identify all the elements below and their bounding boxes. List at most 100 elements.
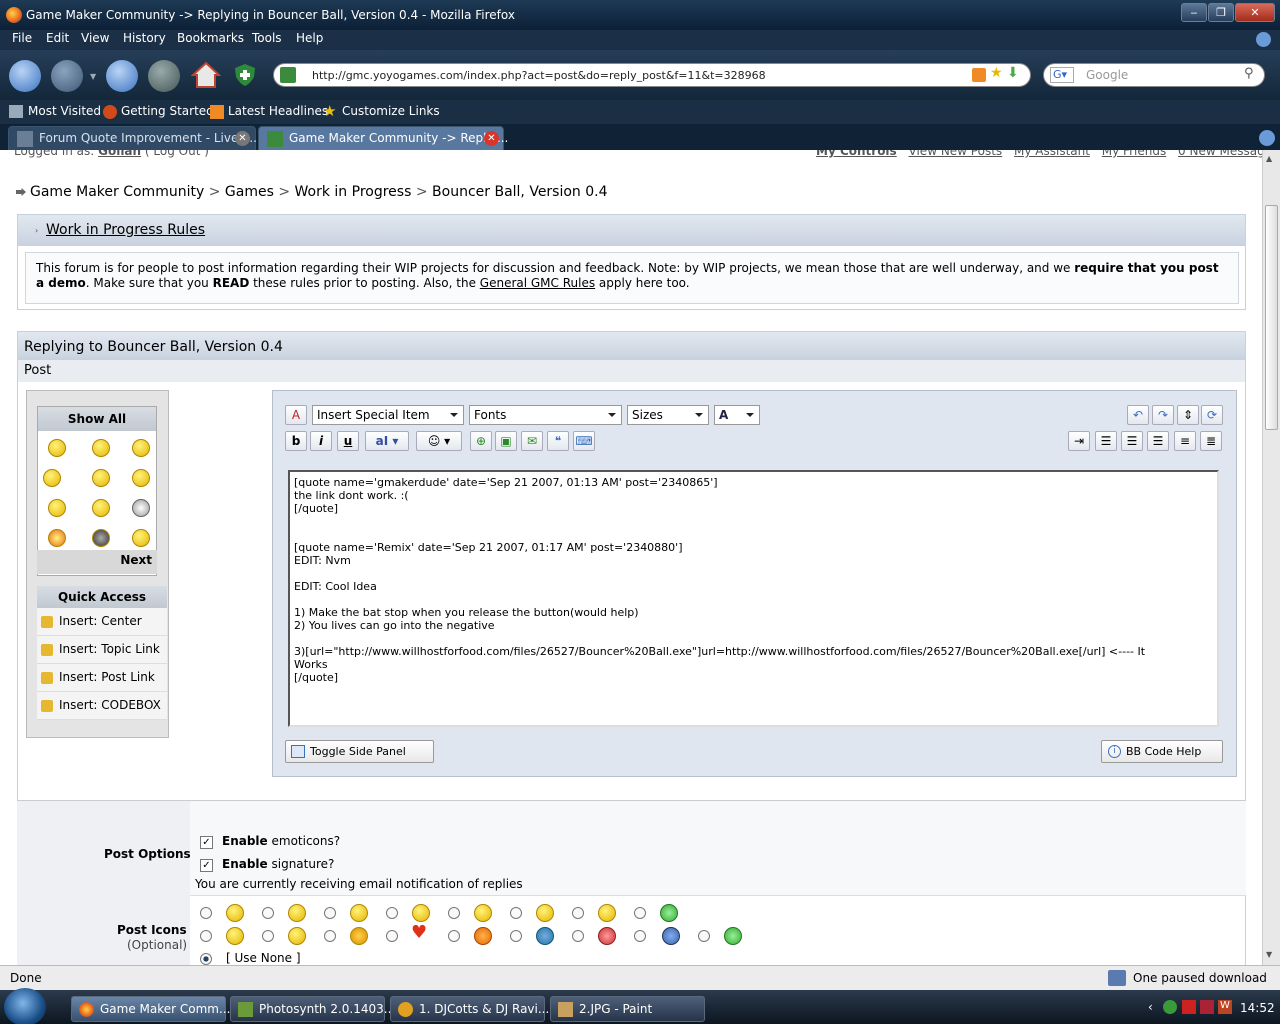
antivirus-tray-icon[interactable] <box>1200 1000 1214 1014</box>
insert-email-icon[interactable]: ✉ <box>521 431 543 451</box>
insert-center-button[interactable]: Insert: Center <box>37 608 167 636</box>
scroll-down-icon[interactable]: ▼ <box>1266 950 1272 959</box>
bookmark-customize-links[interactable]: Customize Links <box>342 104 440 118</box>
google-engine-icon[interactable]: G▾ <box>1050 67 1074 83</box>
numbered-list-icon[interactable]: ≡ <box>1174 431 1196 451</box>
tab-forum-quote[interactable]: Forum Quote Improvement - Live f... ✕ <box>8 126 257 150</box>
post-icon-radio[interactable] <box>572 907 584 919</box>
unsure-emoticon-icon[interactable] <box>132 529 150 547</box>
use-none-radio[interactable] <box>200 953 212 965</box>
search-input[interactable]: Google <box>1086 68 1128 82</box>
bullet-list-icon[interactable]: ≣ <box>1200 431 1222 451</box>
next-link[interactable]: Next <box>37 550 157 574</box>
start-button[interactable] <box>4 988 46 1024</box>
menu-history[interactable]: History <box>123 31 166 45</box>
post-icon-radio[interactable] <box>386 930 398 942</box>
url-bar[interactable]: http://gmc.yoyogames.com/index.php?act=p… <box>273 63 1031 87</box>
search-box[interactable]: G▾ Google ⚲ <box>1043 63 1265 87</box>
search-icon[interactable]: ⚲ <box>1244 66 1254 81</box>
messenger-tray-icon[interactable] <box>1163 1000 1177 1014</box>
menu-edit[interactable]: Edit <box>46 31 69 45</box>
home-icon[interactable] <box>190 60 222 90</box>
sizes-select[interactable]: Sizes <box>627 405 709 425</box>
minimize-button[interactable]: ‒ <box>1181 3 1207 22</box>
emoticon-dropdown-icon[interactable]: ☺ ▾ <box>416 431 462 451</box>
taskbar-item-photosynth[interactable]: Photosynth 2.0.1403.... <box>230 996 399 1022</box>
close-window-button[interactable]: ✕ <box>1235 3 1275 22</box>
post-icon-radio[interactable] <box>510 930 522 942</box>
wink-emoticon-icon[interactable] <box>132 469 150 487</box>
align-left-icon[interactable]: ☰ <box>1095 431 1117 451</box>
enable-emoticons-checkbox[interactable]: ✓ <box>200 836 213 849</box>
paused-download-text[interactable]: One paused download <box>1133 971 1267 985</box>
insert-quote-icon[interactable]: ❝ <box>547 431 569 451</box>
breadcrumb-games[interactable]: Games <box>225 184 274 200</box>
post-icon-radio[interactable] <box>386 907 398 919</box>
collapse-arrow-icon[interactable]: › <box>35 226 38 235</box>
new-messages-link[interactable]: 0 New Messages <box>1178 150 1262 158</box>
redo-icon[interactable]: ↷ <box>1152 405 1174 425</box>
back-button[interactable] <box>9 60 41 92</box>
rss-icon[interactable] <box>972 68 986 82</box>
my-controls-link[interactable]: My Controls <box>816 150 897 158</box>
italic-icon[interactable]: i <box>310 431 332 451</box>
bookmark-star-icon[interactable]: ★ <box>990 65 1003 81</box>
smile-emoticon-icon[interactable] <box>48 439 66 457</box>
tray-expand-icon[interactable]: ‹ <box>1148 1000 1153 1014</box>
insert-link-icon[interactable]: ⊕ <box>470 431 492 451</box>
shield-icon[interactable] <box>232 62 258 88</box>
username-link[interactable]: Gollah <box>98 150 141 158</box>
history-dropdown-icon[interactable]: ▼ <box>90 72 96 81</box>
post-icon-radio[interactable] <box>200 907 212 919</box>
post-icon-radio[interactable] <box>262 930 274 942</box>
post-icon-radio[interactable] <box>200 930 212 942</box>
breadcrumb-wip[interactable]: Work in Progress <box>295 184 412 200</box>
align-right-icon[interactable]: ☰ <box>1147 431 1169 451</box>
scroll-up-icon[interactable]: ▲ <box>1266 154 1272 163</box>
indent-icon[interactable]: ⇥ <box>1068 431 1090 451</box>
bb-code-help-button[interactable]: i BB Code Help <box>1101 740 1223 763</box>
post-icon-radio[interactable] <box>324 930 336 942</box>
skull-emoticon-icon[interactable] <box>132 499 150 517</box>
breadcrumb-gmc[interactable]: Game Maker Community <box>30 184 204 200</box>
insert-image-icon[interactable]: ▣ <box>495 431 517 451</box>
winamp-tray-icon[interactable]: W <box>1218 1000 1232 1014</box>
menu-help[interactable]: Help <box>296 31 323 45</box>
biggrin-emoticon-icon[interactable] <box>48 499 66 517</box>
close-tab-icon[interactable]: ✕ <box>235 131 250 146</box>
fonts-select[interactable]: Fonts <box>469 405 622 425</box>
general-rules-link[interactable]: General GMC Rules <box>480 276 595 290</box>
insert-topic-link-button[interactable]: Insert: Topic Link <box>37 636 167 664</box>
post-icon-radio[interactable] <box>448 930 460 942</box>
forward-button[interactable] <box>51 60 83 92</box>
my-friends-link[interactable]: My Friends <box>1102 150 1166 158</box>
post-icon-radio[interactable] <box>448 907 460 919</box>
message-textarea[interactable]: [quote name='gmakerdude' date='Sep 21 20… <box>288 470 1219 727</box>
bold-icon[interactable]: b <box>285 431 307 451</box>
download-icon[interactable] <box>1108 970 1126 986</box>
taskbar-item-firefox[interactable]: Game Maker Comm... <box>71 996 230 1022</box>
happy-emoticon-icon[interactable] <box>92 469 110 487</box>
toggle-side-panel-button[interactable]: Toggle Side Panel <box>285 740 434 763</box>
neutral-emoticon-icon[interactable] <box>92 499 110 517</box>
post-icon-radio[interactable] <box>262 907 274 919</box>
bookmark-getting-started[interactable]: Getting Started <box>121 104 214 118</box>
text-color-icon[interactable]: aI ▾ <box>365 431 409 451</box>
rules-title[interactable]: Work in Progress Rules <box>46 222 205 238</box>
insert-codebox-button[interactable]: Insert: CODEBOX <box>37 692 167 720</box>
post-icon-radio[interactable] <box>572 930 584 942</box>
align-center-icon[interactable]: ☰ <box>1121 431 1143 451</box>
chicken-emoticon-icon[interactable] <box>48 529 66 547</box>
post-icon-radio[interactable] <box>634 930 646 942</box>
switch-mode-icon[interactable]: ⟳ <box>1201 405 1223 425</box>
post-icon-radio[interactable] <box>634 907 646 919</box>
list-all-tabs-icon[interactable] <box>1259 130 1275 146</box>
view-new-posts-link[interactable]: View New Posts <box>909 150 1003 158</box>
menu-bookmarks[interactable]: Bookmarks <box>177 31 244 45</box>
logout-link[interactable]: ( Log Out ) <box>145 150 209 158</box>
viking-emoticon-icon[interactable] <box>92 439 110 457</box>
font-style-icon[interactable]: A <box>285 405 307 425</box>
font-color-select[interactable]: A <box>714 405 760 425</box>
reload-button[interactable] <box>106 60 138 92</box>
insert-post-link-button[interactable]: Insert: Post Link <box>37 664 167 692</box>
